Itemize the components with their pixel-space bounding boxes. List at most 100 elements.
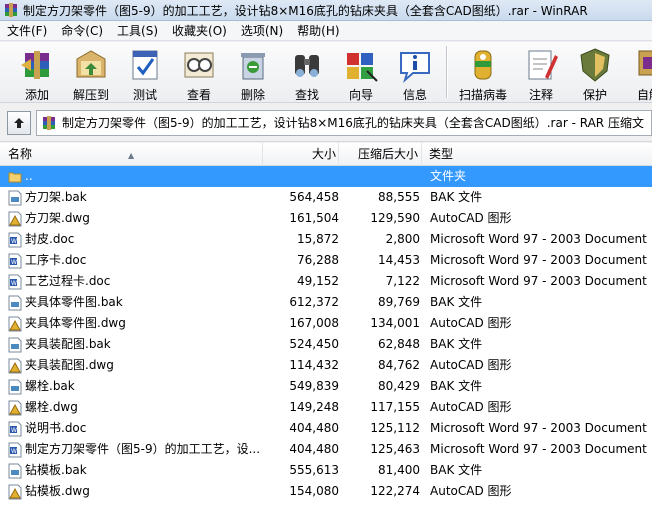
menu-commands[interactable]: 命令(C): [54, 21, 110, 41]
add-icon: [21, 51, 49, 79]
file-row[interactable]: W 工艺过程卡.doc 49,152 7,122 Microsoft Word 97 -…: [0, 271, 652, 292]
file-name: 夹具装配图.dwg: [25, 358, 114, 372]
file-row[interactable]: W 说明书.doc 404,480 125,112 Microsoft Word 97 …: [0, 418, 652, 439]
column-header-size[interactable]: 大小: [263, 143, 339, 166]
delete-button[interactable]: 删除: [226, 42, 280, 102]
file-name: 钻模板.bak: [25, 463, 87, 477]
menu-file[interactable]: 文件(F): [0, 21, 54, 41]
sfx-button[interactable]: 自解: [622, 42, 652, 102]
file-row[interactable]: 夹具装配图.dwg 114,432 84,762 AutoCAD 图形: [0, 355, 652, 376]
bak-file-icon: [8, 295, 22, 311]
file-name-cell: W 工艺过程卡.doc: [8, 271, 263, 292]
menu-help[interactable]: 帮助(H): [290, 21, 346, 41]
comment-icon: [528, 50, 558, 80]
file-row[interactable]: 夹具装配图.bak 524,450 62,848 BAK 文件: [0, 334, 652, 355]
file-type: AutoCAD 图形: [430, 316, 512, 330]
file-packed-size: 122,274: [370, 484, 420, 498]
file-packed-size: 89,769: [378, 295, 420, 309]
file-row[interactable]: 夹具体零件图.bak 612,372 89,769 BAK 文件: [0, 292, 652, 313]
file-row[interactable]: W 封皮.doc 15,872 2,800 Microsoft Word 97 - 20…: [0, 229, 652, 250]
file-list-header: 名称 ▲ 大小 压缩后大小 类型: [0, 143, 652, 166]
file-row[interactable]: 螺栓.dwg 149,248 117,155 AutoCAD 图形: [0, 397, 652, 418]
file-type: Microsoft Word 97 - 2003 Document: [430, 232, 647, 246]
file-row[interactable]: 钻模板.dwg 154,080 122,274 AutoCAD 图形: [0, 481, 652, 502]
file-name-cell: 钻模板.dwg: [8, 481, 263, 502]
file-packed-size: 2,800: [385, 232, 420, 246]
info-button[interactable]: 信息: [388, 42, 442, 102]
file-row[interactable]: .. 文件夹: [0, 166, 652, 187]
file-name-cell: 钻模板.bak: [8, 460, 263, 481]
bak-file-icon: [8, 463, 22, 479]
file-type: Microsoft Word 97 - 2003 Document: [430, 253, 647, 267]
file-size: 49,152: [297, 274, 339, 288]
archive-path: 制定方刀架零件（图5-9）的加工工艺，设计钻8×M16底孔的钻床夹具（全套含CA…: [62, 116, 644, 130]
file-row[interactable]: 钻模板.bak 555,613 81,400 BAK 文件: [0, 460, 652, 481]
test-button[interactable]: 测试: [118, 42, 172, 102]
winrar-app-icon[interactable]: [4, 3, 18, 17]
file-type: BAK 文件: [430, 379, 483, 393]
file-packed-size: 14,453: [378, 253, 420, 267]
file-type: 文件夹: [430, 169, 467, 183]
file-size: [263, 166, 339, 187]
file-size: 404,480: [289, 421, 339, 435]
wizard-icon: [347, 53, 378, 82]
svg-text:W: W: [11, 427, 17, 434]
file-type: AutoCAD 图形: [430, 400, 512, 414]
doc-file-icon: W: [8, 253, 22, 269]
file-packed-size: 134,001: [370, 316, 420, 330]
column-header-name[interactable]: 名称 ▲: [0, 143, 263, 166]
file-row[interactable]: 螺栓.bak 549,839 80,429 BAK 文件: [0, 376, 652, 397]
file-row[interactable]: 方刀架.bak 564,458 88,555 BAK 文件: [0, 187, 652, 208]
wizard-button[interactable]: 向导: [334, 42, 388, 102]
file-size: 549,839: [289, 379, 339, 393]
path-field[interactable]: 制定方刀架零件（图5-9）的加工工艺，设计钻8×M16底孔的钻床夹具（全套含CA…: [36, 109, 652, 136]
menu-tools[interactable]: 工具(S): [110, 21, 165, 41]
file-row[interactable]: W 制定方刀架零件（图5-9）的加工工艺，设... 404,480 125,463 Mi…: [0, 439, 652, 460]
doc-file-icon: W: [8, 232, 22, 248]
file-type: AutoCAD 图形: [430, 211, 512, 225]
file-type: Microsoft Word 97 - 2003 Document: [430, 421, 647, 435]
file-size: 76,288: [297, 253, 339, 267]
find-button[interactable]: 查找: [280, 42, 334, 102]
menu-options[interactable]: 选项(N): [234, 21, 290, 41]
file-type: BAK 文件: [430, 190, 483, 204]
file-type: AutoCAD 图形: [430, 484, 512, 498]
protect-button[interactable]: 保护: [568, 42, 622, 102]
column-header-packed[interactable]: 压缩后大小: [339, 143, 422, 166]
bak-file-icon: [8, 379, 22, 395]
file-row[interactable]: 方刀架.dwg 161,504 129,590 AutoCAD 图形: [0, 208, 652, 229]
file-type: BAK 文件: [430, 463, 483, 477]
dwg-file-icon: [8, 358, 22, 374]
file-list: .. 文件夹 方刀架.bak 564,458 88,555 BAK 文件 方刀架.dwg 16…: [0, 166, 652, 510]
file-type: Microsoft Word 97 - 2003 Document: [430, 442, 647, 456]
bak-file-icon: [8, 190, 22, 206]
file-packed-size: 117,155: [370, 400, 420, 414]
up-folder-button[interactable]: [7, 110, 31, 135]
virus-scan-button[interactable]: 扫描病毒: [452, 42, 514, 102]
bak-file-icon: [8, 337, 22, 353]
svg-text:W: W: [11, 238, 17, 245]
info-icon: [400, 52, 430, 83]
svg-text:W: W: [11, 448, 17, 455]
comment-button[interactable]: 注释: [514, 42, 568, 102]
file-size: 564,458: [289, 190, 339, 204]
column-header-type[interactable]: 类型: [422, 143, 652, 166]
protect-icon: [580, 48, 610, 82]
view-button[interactable]: 查看: [172, 42, 226, 102]
file-name-cell: 方刀架.bak: [8, 187, 263, 208]
menu-favorites[interactable]: 收藏夹(O): [165, 21, 234, 41]
find-icon: [295, 55, 319, 77]
file-name-cell: W 说明书.doc: [8, 418, 263, 439]
file-name-cell: 夹具装配图.dwg: [8, 355, 263, 376]
doc-file-icon: W: [8, 274, 22, 290]
sfx-icon: [638, 50, 652, 76]
file-name-cell: 夹具体零件图.bak: [8, 292, 263, 313]
file-row[interactable]: 夹具体零件图.dwg 167,008 134,001 AutoCAD 图形: [0, 313, 652, 334]
file-row[interactable]: W 工序卡.doc 76,288 14,453 Microsoft Word 97 - …: [0, 250, 652, 271]
file-size: 149,248: [289, 400, 339, 414]
add-button[interactable]: 添加: [10, 42, 64, 102]
extract-to-button[interactable]: 解压到: [64, 42, 118, 102]
toolbar: 添加 解压到 测试 查看 删除 查找 向导 信息 扫描病毒 注释 保护 自: [0, 42, 652, 103]
file-packed-size: [339, 166, 420, 187]
file-name: 制定方刀架零件（图5-9）的加工工艺，设...: [25, 442, 261, 456]
